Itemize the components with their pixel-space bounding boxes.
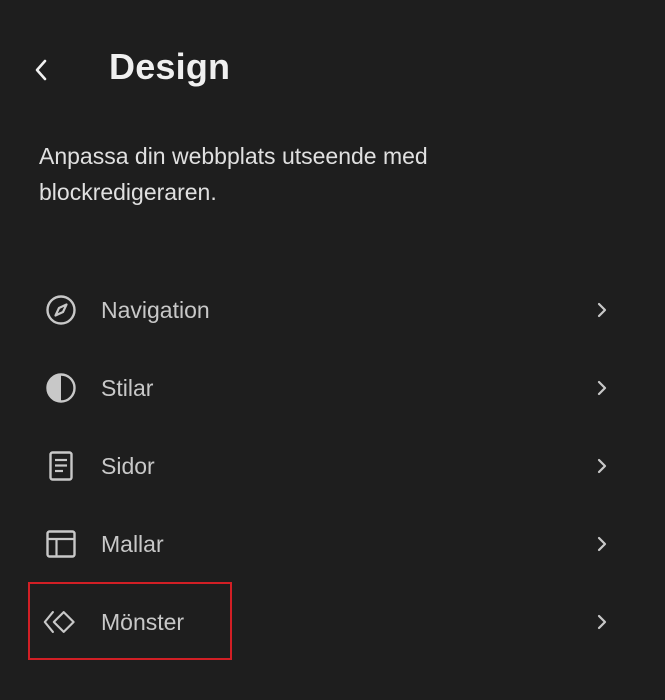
menu-item-sidor[interactable]: Sidor: [0, 428, 665, 506]
chevron-right-icon: [590, 454, 614, 478]
page-description: Anpassa din webbplats utseende med block…: [39, 143, 428, 205]
chevron-right-icon: [590, 376, 614, 400]
menu-item-label: Stilar: [101, 375, 154, 401]
back-button[interactable]: [22, 50, 62, 90]
menu-item-label: Mallar: [101, 531, 164, 557]
menu-item-mallar[interactable]: Mallar: [0, 506, 665, 584]
chevron-left-icon: [32, 57, 52, 83]
navigation-compass-icon: [43, 292, 79, 328]
menu-item-label: Sidor: [101, 453, 155, 479]
menu-item-label: Mönster: [101, 609, 185, 635]
chevron-right-icon: [590, 532, 614, 556]
chevron-right-icon: [590, 610, 614, 634]
menu-item-stilar[interactable]: Stilar: [0, 350, 665, 428]
templates-layout-icon: [43, 526, 79, 562]
pages-document-icon: [43, 448, 79, 484]
chevron-right-icon: [590, 298, 614, 322]
header: Design: [0, 36, 665, 102]
patterns-diamond-icon: [43, 604, 79, 640]
design-menu: Navigation Stilar Sidor Mallar Mönster: [0, 272, 665, 662]
page-title: Design: [109, 46, 231, 87]
menu-item-label: Navigation: [101, 297, 210, 323]
menu-item-monster[interactable]: Mönster: [0, 584, 665, 662]
menu-item-navigation[interactable]: Navigation: [0, 272, 665, 350]
styles-half-circle-icon: [43, 370, 79, 406]
